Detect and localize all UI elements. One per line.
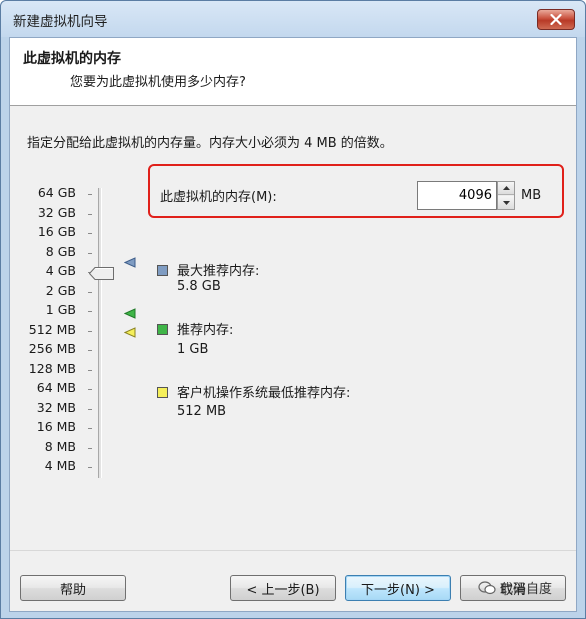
scale-label: 512 MB [28, 321, 76, 337]
spin-up-button[interactable] [498, 182, 514, 195]
title-bar[interactable]: 新建虚拟机向导 [1, 1, 585, 37]
scale-label: 1 GB [45, 302, 76, 317]
max-recommended-marker-icon [124, 257, 136, 268]
slider-tick [88, 213, 92, 215]
chevron-down-icon [502, 200, 510, 205]
scale-label: 32 GB [37, 204, 76, 220]
wizard-window: 新建虚拟机向导 此虚拟机的内存 您要为此虚拟机使用多少内存? 指定分配给此虚拟机… [0, 0, 586, 619]
max-recommended-title: 最大推荐内存: [177, 264, 260, 279]
spin-down-button[interactable] [498, 196, 514, 209]
slider-tick [88, 447, 92, 449]
memory-input[interactable] [417, 181, 497, 210]
slider-tick [88, 428, 92, 429]
close-button[interactable] [537, 9, 575, 30]
scale-label: 2 GB [45, 282, 76, 298]
scale-label: 8 GB [45, 243, 76, 259]
scale-label: 4 GB [45, 263, 76, 278]
max-recommended-swatch [157, 265, 168, 276]
scale-label: 8 MB [44, 438, 76, 454]
minimum-marker-icon [124, 327, 136, 338]
help-button[interactable]: 帮助 [20, 575, 126, 601]
watermark-text: 代码自度 [500, 582, 553, 597]
page-subtitle: 您要为此虚拟机使用多少内存? [70, 75, 246, 90]
scale-label: 16 MB [36, 419, 76, 434]
memory-spinner[interactable] [497, 181, 515, 210]
slider-tick [88, 389, 92, 390]
slider-tick [88, 311, 92, 312]
footer-divider [10, 550, 576, 551]
slider-tick [88, 291, 92, 293]
memory-label: 此虚拟机的内存(M): [160, 190, 277, 205]
slider-tick [88, 194, 92, 195]
scale-label: 256 MB [28, 341, 76, 356]
scale-label: 4 MB [44, 458, 76, 473]
max-recommended-value: 5.8 GB [177, 279, 221, 294]
instruction-text: 指定分配给此虚拟机的内存量。内存大小必须为 4 MB 的倍数。 [27, 136, 393, 151]
recommended-marker-icon [124, 308, 136, 319]
scale-label: 64 MB [36, 380, 76, 395]
slider-tick [88, 408, 92, 410]
slider-tick [88, 252, 92, 254]
minimum-title: 客户机操作系统最低推荐内存: [177, 386, 351, 401]
slider-tick [88, 330, 92, 332]
minimum-value: 512 MB [177, 404, 227, 419]
memory-slider-thumb[interactable] [89, 267, 114, 280]
wizard-client-area: 此虚拟机的内存 您要为此虚拟机使用多少内存? 指定分配给此虚拟机的内存量。内存大… [9, 37, 577, 612]
wechat-icon [478, 580, 496, 594]
recommended-swatch [157, 324, 168, 335]
recommended-value: 1 GB [177, 342, 209, 357]
scale-label: 128 MB [28, 360, 76, 376]
scale-label: 16 GB [37, 224, 76, 239]
watermark: 代码自度 [478, 578, 552, 597]
scale-label: 32 MB [36, 399, 76, 415]
next-button[interactable]: 下一步(N) > [345, 575, 451, 601]
slider-tick [88, 369, 92, 371]
memory-slider-track[interactable] [98, 188, 102, 478]
back-button[interactable]: < 上一步(B) [230, 575, 336, 601]
minimum-swatch [157, 387, 168, 398]
wizard-header: 此虚拟机的内存 您要为此虚拟机使用多少内存? [10, 38, 576, 106]
recommended-title: 推荐内存: [177, 323, 234, 338]
page-title: 此虚拟机的内存 [23, 51, 121, 67]
memory-unit: MB [521, 188, 542, 203]
window-title: 新建虚拟机向导 [13, 14, 108, 30]
scale-label: 64 GB [37, 185, 76, 200]
slider-tick [88, 350, 92, 351]
chevron-up-icon [502, 186, 510, 190]
close-icon [550, 14, 562, 25]
slider-tick [88, 467, 92, 468]
slider-tick [88, 233, 92, 234]
